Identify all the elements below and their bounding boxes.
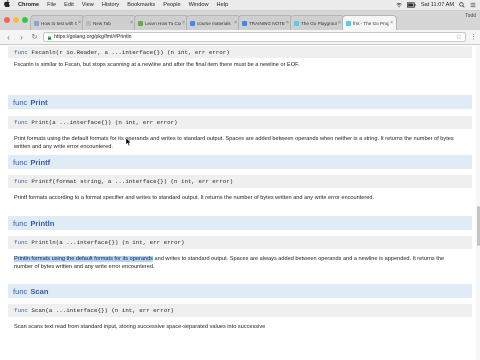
page-content: func Fscanln(r io.Reader, a ...interface… <box>0 46 480 360</box>
tab-favicon-icon <box>346 20 351 26</box>
scan-heading[interactable]: func Scan <box>8 284 472 298</box>
fscanln-signature: func Fscanln(r io.Reader, a ...interface… <box>8 46 472 58</box>
tab-training-notes[interactable]: TRAINING NOTES × <box>238 15 293 30</box>
heading-name[interactable]: Print <box>30 98 47 107</box>
heading-name[interactable]: Println <box>30 219 54 228</box>
printf-description: Printf formats according to a format spe… <box>14 195 375 201</box>
tab-favicon-icon <box>34 20 39 26</box>
printf-heading[interactable]: func Printf <box>8 155 472 169</box>
menu-view[interactable]: View <box>78 0 98 11</box>
tab-label: Learn How To Code <box>145 20 181 26</box>
scan-description: Scan scans text read from standard input… <box>14 324 266 330</box>
vertical-scrollbar[interactable] <box>476 46 480 360</box>
print-description: Print formats using the default formats … <box>14 136 454 151</box>
tab-favicon-icon <box>138 20 143 26</box>
code-keyword: func <box>14 239 28 246</box>
code-keyword: func <box>14 48 28 56</box>
tab-label: How to test with Go <box>41 20 78 26</box>
code-signature: Fscanln(r io.Reader, a ...interface{}) (… <box>27 48 230 56</box>
minimize-window-button[interactable] <box>13 17 19 23</box>
heading-keyword: func <box>13 218 28 228</box>
tab-label: New Tab <box>93 20 111 26</box>
code-keyword: func <box>14 119 28 126</box>
url-text: https://golang.org/pkg/fmt/#Println <box>54 34 132 40</box>
menu-people[interactable]: People <box>159 0 184 11</box>
tab-close-icon[interactable]: × <box>182 20 185 26</box>
fscanln-description: Fscanln is similar to Fscan, but stops s… <box>14 62 300 68</box>
menu-help[interactable]: Help <box>213 0 233 11</box>
tab-label: fmt - The Go Program <box>353 20 389 26</box>
menubar-clock[interactable]: Sat 11:07 AM <box>421 2 454 8</box>
code-signature: Print(a ...interface{}) (n int, err erro… <box>27 119 178 126</box>
tab-label: TRAINING NOTES <box>249 20 286 26</box>
tab-close-icon[interactable]: × <box>390 20 393 26</box>
forward-button[interactable]: › <box>17 33 26 42</box>
println-signature: func Println(a ...interface{}) (n int, e… <box>8 236 472 249</box>
notification-center-icon[interactable] <box>470 2 476 8</box>
tab-favicon-icon <box>242 20 247 26</box>
reload-button[interactable]: ↻ <box>30 33 39 42</box>
tab-label: The Go Playground <box>301 20 338 26</box>
wifi-icon[interactable] <box>396 2 402 8</box>
browser-toolbar: ‹ › ↻ https://golang.org/pkg/fmt/#Printl… <box>0 30 480 45</box>
tab-learn-to-code[interactable]: Learn How To Code × <box>134 15 189 30</box>
code-keyword: func <box>14 178 28 185</box>
print-signature: func Print(a ...interface{}) (n int, err… <box>8 116 472 129</box>
menu-history[interactable]: History <box>98 0 123 11</box>
selected-text: Println formats using the default format… <box>14 256 153 262</box>
tab-how-to-test[interactable]: How to test with Go × <box>30 15 85 30</box>
heading-keyword: func <box>13 286 28 296</box>
tab-close-icon[interactable]: × <box>286 20 289 26</box>
print-heading[interactable]: func Print <box>8 95 472 109</box>
menu-chrome[interactable]: Chrome <box>14 0 43 11</box>
close-window-button[interactable] <box>4 17 10 23</box>
tab-course-materials[interactable]: course materials × <box>186 15 241 30</box>
bookmark-star-icon[interactable]: ☆ <box>456 33 462 41</box>
menu-file[interactable]: File <box>43 0 60 11</box>
tab-close-icon[interactable]: × <box>78 20 81 26</box>
tab-favicon-icon <box>294 20 299 26</box>
println-heading[interactable]: func Println <box>8 216 472 230</box>
back-button[interactable]: ‹ <box>4 33 13 42</box>
code-signature: Println(a ...interface{}) (n int, err er… <box>27 239 185 246</box>
heading-keyword: func <box>13 97 28 107</box>
menu-bookmarks[interactable]: Bookmarks <box>123 0 159 11</box>
profile-name[interactable]: Todd <box>465 13 476 19</box>
tab-strip: How to test with Go × New Tab × Learn Ho… <box>0 11 480 30</box>
menu-window[interactable]: Window <box>185 0 213 11</box>
macos-menubar: Chrome File Edit View History Bookmarks … <box>0 0 480 11</box>
tab-close-icon[interactable]: × <box>338 20 341 26</box>
search-icon[interactable] <box>459 2 465 8</box>
tab-fmt-go[interactable]: fmt - The Go Program × <box>342 15 397 30</box>
code-keyword: func <box>14 307 28 314</box>
heading-name[interactable]: Printf <box>30 158 50 167</box>
tab-label: course materials <box>197 20 231 26</box>
tab-go-playground[interactable]: The Go Playground × <box>290 15 345 30</box>
scrollbar-thumb[interactable] <box>476 206 480 246</box>
println-description: Println formats using the default format… <box>14 255 454 272</box>
tab-new-tab[interactable]: New Tab × <box>82 15 137 30</box>
scan-signature: func Scan(a ...interface{}) (n int, err … <box>8 304 472 317</box>
heading-name[interactable]: Scan <box>30 287 48 296</box>
chrome-menu-icon[interactable]: ⋮ <box>470 33 477 41</box>
heading-keyword: func <box>13 157 28 167</box>
code-signature: Scan(a ...interface{}) (n int, err error… <box>27 307 175 314</box>
zoom-window-button[interactable] <box>22 17 28 23</box>
mouse-cursor-icon <box>125 137 132 148</box>
tab-close-icon[interactable]: × <box>234 20 237 26</box>
menu-edit[interactable]: Edit <box>60 0 78 11</box>
lock-icon <box>48 35 51 40</box>
window-controls <box>4 17 28 23</box>
battery-icon[interactable] <box>406 2 416 8</box>
tab-favicon-icon <box>86 20 91 26</box>
address-bar[interactable]: https://golang.org/pkg/fmt/#Println ☆ <box>43 32 466 42</box>
tab-close-icon[interactable]: × <box>130 20 133 26</box>
tab-favicon-icon <box>190 20 195 26</box>
printf-signature: func Printf(format string, a ...interfac… <box>8 175 472 188</box>
code-signature: Printf(format string, a ...interface{}) … <box>27 178 234 185</box>
apple-menu-icon[interactable] <box>0 0 14 11</box>
